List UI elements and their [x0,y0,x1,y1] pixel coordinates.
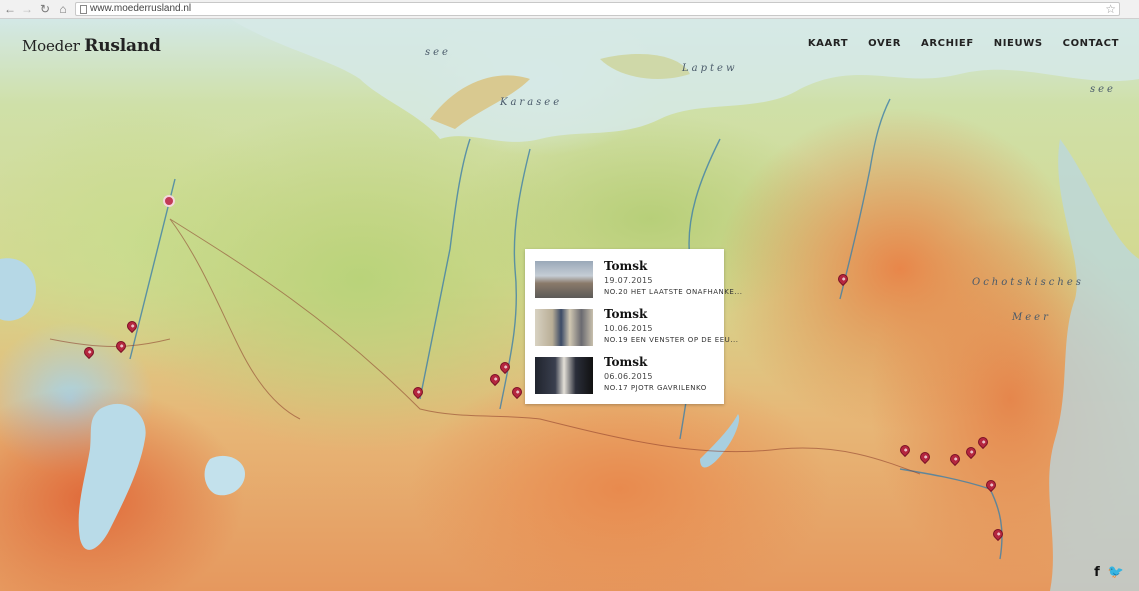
entry-thumbnail[interactable] [535,357,593,394]
address-bar[interactable]: www.moederrusland.nl ☆ [75,2,1120,16]
reload-icon[interactable]: ↻ [38,2,52,16]
logo-bold-text: Rusland [84,36,161,56]
url-text[interactable]: www.moederrusland.nl [90,3,191,15]
entry-subtitle[interactable]: NO.17 PJOTR GAVRILENKO [604,384,707,392]
railways [49,218,921,475]
entry-title[interactable]: Tomsk [604,307,647,321]
star-icon[interactable]: ☆ [1105,2,1116,16]
popup-entry[interactable]: Tomsk 06.06.2015 NO.17 PJOTR GAVRILENKO [535,355,720,395]
nav-over[interactable]: OVER [868,38,901,49]
pacific-ocean-shape [1049,139,1139,591]
location-popup: Tomsk 19.07.2015 NO.20 HET LAATSTE ONAFH… [525,249,742,404]
home-icon[interactable]: ⌂ [56,2,70,16]
black-sea-shape [0,258,36,321]
entry-subtitle[interactable]: NO.20 HET LAATSTE ONAFHANKE... [604,288,742,296]
main-navigation: KAART OVER ARCHIEF NIEUWS CONTACT [808,38,1119,49]
forward-arrow-icon[interactable]: → [20,2,34,16]
map-label-see-right: see [1090,84,1116,95]
caspian-sea-shape [78,403,146,550]
nav-archief[interactable]: ARCHIEF [921,38,974,49]
map-label-karasee: Karasee [500,97,563,108]
back-arrow-icon[interactable]: ← [3,2,17,16]
moscow-marker[interactable] [163,195,175,207]
map-page[interactable]: Laptew Karasee see Ochotskisches Meer se… [0,19,1139,591]
popup-entry[interactable]: Tomsk 19.07.2015 NO.20 HET LAATSTE ONAFH… [535,259,742,299]
nav-kaart[interactable]: KAART [808,38,848,49]
entry-title[interactable]: Tomsk [604,355,647,369]
map-label-see: see [425,47,451,58]
entry-thumbnail[interactable] [535,261,593,298]
entry-title[interactable]: Tomsk [604,259,647,273]
site-logo[interactable]: Moeder Rusland [22,36,161,56]
aral-sea-shape [204,455,245,496]
entry-date: 19.07.2015 [604,276,653,285]
page-icon [80,5,87,14]
entry-subtitle[interactable]: NO.19 EEN VENSTER OP DE EEU... [604,336,738,344]
entry-thumbnail[interactable] [535,309,593,346]
nav-nieuws[interactable]: NIEUWS [994,38,1043,49]
logo-light-text: Moeder [22,37,80,55]
facebook-icon[interactable]: f [1094,565,1100,580]
map-label-laptew: Laptew [682,63,738,74]
browser-toolbar: ← → ↻ ⌂ www.moederrusland.nl ☆ [0,0,1139,19]
entry-date: 06.06.2015 [604,372,653,381]
popup-entry[interactable]: Tomsk 10.06.2015 NO.19 EEN VENSTER OP DE… [535,307,738,347]
nav-contact[interactable]: CONTACT [1063,38,1119,49]
entry-date: 10.06.2015 [604,324,653,333]
map-label-ochotskisches: Ochotskisches [972,277,1084,288]
map-label-meer: Meer [1012,312,1051,323]
social-links: f 🐦 [1094,565,1124,580]
twitter-icon[interactable]: 🐦 [1108,565,1124,580]
lake-baikal-shape [700,414,740,468]
